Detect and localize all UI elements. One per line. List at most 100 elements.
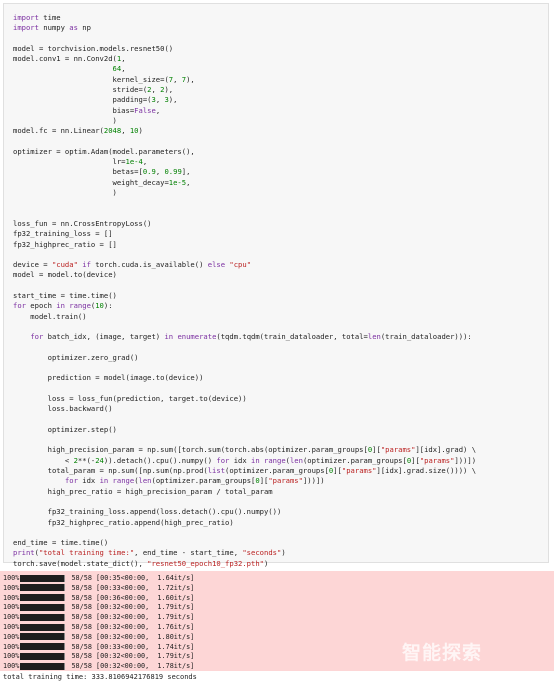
progress-count: 58/58: [67, 662, 97, 671]
stdout-output: total training time: 333.8106942176819 s…: [3, 673, 197, 681]
code-line: print("total training time:", end_time -…: [13, 548, 286, 558]
progress-percent: 100%: [3, 642, 20, 651]
code-cell[interactable]: import time import numpy as np model = t…: [3, 3, 549, 568]
progress-bar: [20, 643, 66, 651]
progress-percent: 100%: [3, 623, 20, 631]
code-line: fp32_training_loss = []: [13, 229, 113, 239]
progress-rate: 1.74it/s]: [149, 642, 195, 651]
code-line: prediction = model(image.to(device)): [13, 373, 204, 383]
code-line: high_prec_ratio = high_precision_param /…: [13, 486, 273, 496]
code-line: lr=1e-4,: [13, 157, 148, 167]
code-line: for idx in range(len(optimizer.param_gro…: [64, 476, 325, 486]
progress-rate: 1.60it/s]: [149, 593, 195, 602]
code-line: loss.backward(): [13, 404, 113, 414]
progress-bar: [20, 633, 66, 641]
progress-line: 100% 58/58 [00:32<00:00, 1.79it/s]: [3, 602, 194, 612]
code-line: for batch_idx, (image, target) in enumer…: [30, 332, 472, 342]
progress-line: 100% 58/58 [00:32<00:00, 1.76it/s]: [3, 622, 194, 632]
progress-count: 58/58: [67, 613, 97, 622]
code-line: fp32_highprec_ratio = []: [13, 239, 117, 249]
progress-line: 100% 58/58 [00:32<00:00, 1.78it/s]: [3, 661, 194, 671]
code-line: torch.save(model.state_dict(), "resnet50…: [13, 558, 269, 568]
code-line: optimizer.zero_grad(): [13, 352, 139, 362]
code-line: import numpy as np: [13, 23, 91, 33]
code-line: padding=(3, 3),: [13, 95, 178, 105]
progress-line: 100% 58/58 [00:36<00:00, 1.60it/s]: [3, 593, 194, 603]
progress-count: 58/58: [67, 593, 97, 602]
progress-time: [00:33<00:00,: [96, 583, 150, 592]
code-line: weight_decay=1e-5,: [13, 177, 191, 187]
progress-line: 100% 58/58 [00:33<00:00, 1.72it/s]: [3, 583, 194, 593]
code-line: model.fc = nn.Linear(2048, 10): [13, 126, 143, 136]
code-line: model = torchvision.models.resnet50(): [13, 43, 174, 53]
code-line: optimizer = optim.Adam(model.parameters(…: [13, 146, 195, 156]
progress-percent: 100%: [3, 652, 20, 661]
progress-percent: 100%: [3, 632, 20, 641]
code-line: start_time = time.time(): [13, 291, 117, 301]
code-line: fp32_highprec_ratio.append(high_prec_rat…: [13, 517, 234, 527]
progress-percent: 100%: [3, 583, 20, 592]
progress-rate: 1.79it/s]: [149, 652, 195, 661]
progress-bar: [20, 574, 66, 582]
progress-line: 100% 58/58 [00:32<00:00, 1.80it/s]: [3, 632, 194, 642]
progress-count: 58/58: [67, 652, 97, 661]
progress-time: [00:36<00:00,: [96, 593, 150, 602]
code-line: device = "cuda" if torch.cuda.is_availab…: [13, 260, 252, 270]
progress-count: 58/58: [67, 642, 97, 651]
progress-rate: 1.80it/s]: [149, 632, 195, 641]
code-editor[interactable]: import time import numpy as np model = t…: [13, 13, 476, 569]
code-line: high_precision_param = np.sum([torch.sum…: [13, 445, 477, 455]
code-line: loss = loss_fun(prediction, target.to(de…: [13, 393, 247, 403]
progress-bar: [20, 594, 66, 602]
code-line: kernel_size=(7, 7),: [13, 74, 195, 84]
progress-rate: 1.79it/s]: [149, 613, 195, 622]
code-line: < 2**(-24)).detach().cpu().numpy() for i…: [13, 455, 477, 465]
progress-rate: 1.64it/s]: [149, 574, 195, 582]
progress-percent: 100%: [3, 662, 20, 671]
progress-percent: 100%: [3, 593, 20, 602]
code-line: stride=(2, 2),: [13, 85, 174, 95]
progress-bar: [20, 584, 66, 592]
progress-bar: [20, 603, 66, 611]
progress-bar: [20, 613, 66, 621]
code-line: bias=False,: [13, 105, 161, 115]
code-line: betas=[0.9, 0.99],: [13, 167, 191, 177]
progress-time: [00:32<00:00,: [96, 603, 150, 612]
progress-count: 58/58: [67, 603, 97, 612]
progress-rate: 1.76it/s]: [149, 623, 195, 631]
progress-time: [00:32<00:00,: [96, 652, 150, 661]
progress-rate: 1.79it/s]: [149, 603, 195, 612]
code-line: model.conv1 = nn.Conv2d(1,: [13, 54, 126, 64]
code-line: ): [13, 188, 117, 198]
watermark-logo: 智能探索: [402, 642, 483, 664]
progress-count: 58/58: [67, 583, 97, 592]
code-line: import time: [13, 13, 61, 22]
progress-percent: 100%: [3, 574, 20, 582]
progress-line: 100% 58/58 [00:32<00:00, 1.79it/s]: [3, 612, 194, 622]
progress-bar: [20, 652, 66, 660]
code-line: model.train(): [13, 311, 87, 321]
progress-count: 58/58: [67, 623, 97, 631]
progress-line: 100% 58/58 [00:32<00:00, 1.79it/s]: [3, 651, 194, 661]
code-line: total_param = np.sum([np.sum(np.prod(lis…: [13, 466, 477, 476]
progress-count: 58/58: [67, 632, 97, 641]
code-line: for epoch in range(10):: [13, 301, 113, 311]
progress-rate: 1.78it/s]: [149, 662, 195, 671]
code-line: loss_fun = nn.CrossEntropyLoss(): [13, 218, 152, 228]
progress-bar: [20, 623, 66, 631]
progress-line: 100% 58/58 [00:35<00:00, 1.64it/s]: [3, 573, 194, 583]
code-line: optimizer.step(): [13, 424, 117, 434]
progress-percent: 100%: [3, 613, 20, 622]
progress-line: 100% 58/58 [00:33<00:00, 1.74it/s]: [3, 642, 194, 652]
progress-time: [00:32<00:00,: [96, 623, 150, 631]
code-line: end_time = time.time(): [13, 538, 109, 548]
progress-time: [00:32<00:00,: [96, 632, 150, 641]
progress-time: [00:32<00:00,: [96, 613, 150, 622]
progress-bar: [20, 662, 66, 670]
code-line: ): [13, 115, 117, 125]
progress-time: [00:32<00:00,: [96, 662, 150, 671]
code-line: fp32_training_loss.append(loss.detach().…: [13, 507, 282, 517]
code-line: 64,: [112, 64, 126, 74]
progress-percent: 100%: [3, 603, 20, 612]
progress-time: [00:33<00:00,: [96, 642, 150, 651]
